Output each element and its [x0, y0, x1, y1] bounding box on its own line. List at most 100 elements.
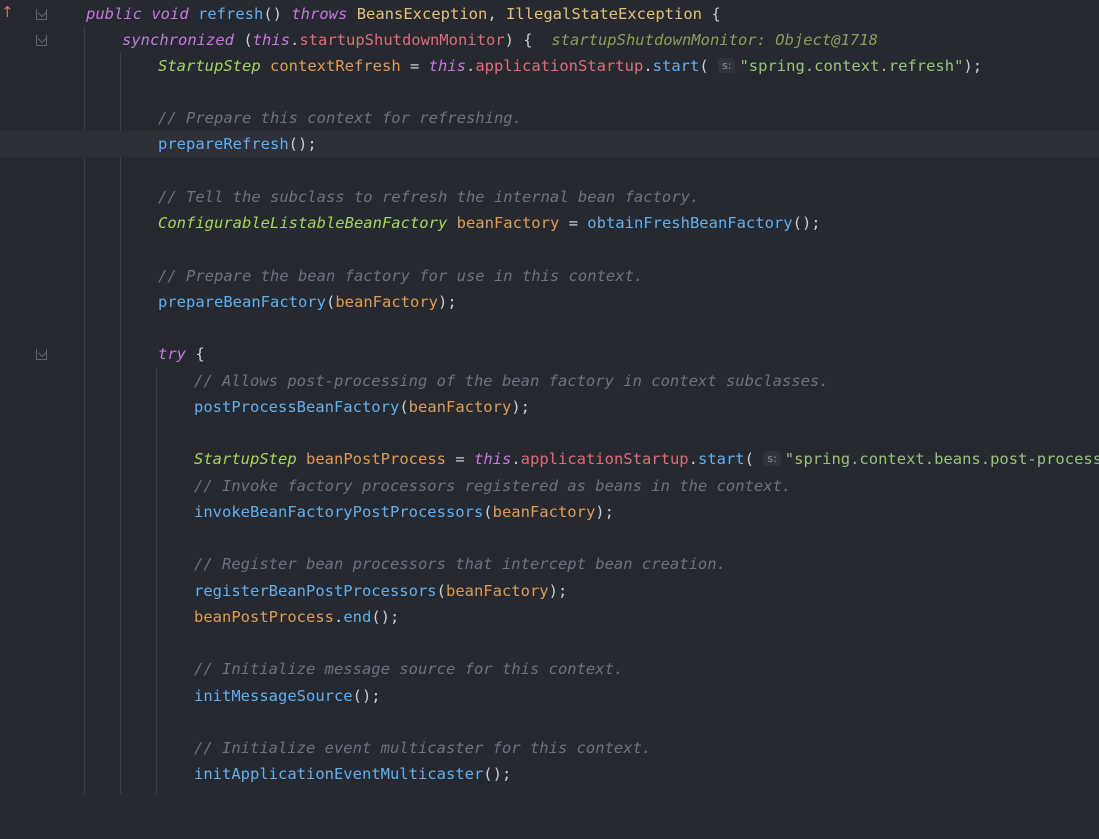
type-name: StartupStep [194, 450, 297, 468]
exception-class: BeansException [356, 5, 488, 23]
method-call: obtainFreshBeanFactory [587, 214, 793, 232]
type-name: ConfigurableListableBeanFactory [158, 214, 448, 232]
method-call: invokeBeanFactoryPostProcessors [194, 503, 484, 521]
comment: // Initialize event multicaster for this… [194, 739, 652, 757]
code-line: // Prepare the bean factory for use in t… [0, 263, 1099, 289]
punctuation: . [688, 450, 698, 468]
method-call: registerBeanPostProcessors [194, 582, 437, 600]
punctuation: { [701, 5, 721, 23]
code-line: postProcessBeanFactory(beanFactory); [0, 394, 1099, 420]
variable: beanPostProcess [194, 608, 334, 626]
method-call: initMessageSource [194, 687, 353, 705]
keyword: try [158, 345, 186, 363]
keyword: this [428, 57, 466, 75]
debug-inline-value: startupShutdownMonitor: Object@1718 [551, 31, 878, 49]
punctuation: ); [511, 398, 530, 416]
field: applicationStartup [520, 450, 689, 468]
code-line: // Allows post-processing of the bean fa… [0, 368, 1099, 394]
code-line: synchronized (this.startupShutdownMonito… [0, 27, 1099, 53]
code-line: // Register bean processors that interce… [0, 551, 1099, 577]
punctuation: (); [483, 765, 512, 783]
method-call: prepareRefresh [158, 135, 289, 153]
punctuation: ( [233, 31, 253, 49]
field: applicationStartup [475, 57, 644, 75]
parameter-hint: s: [718, 58, 736, 73]
variable: beanFactory [408, 398, 512, 416]
comment: // Prepare the bean factory for use in t… [158, 267, 644, 285]
variable: beanFactory [492, 503, 596, 521]
variable: beanFactory [335, 293, 438, 311]
punctuation: ( [744, 450, 754, 468]
punctuation: ( [325, 293, 336, 311]
type-name: StartupStep [158, 57, 261, 75]
comment: // Register bean processors that interce… [194, 555, 726, 573]
punctuation: (); [792, 214, 821, 232]
method-call: prepareBeanFactory [158, 293, 326, 311]
variable: beanFactory [445, 582, 549, 600]
code-line: // Initialize message source for this co… [0, 656, 1099, 682]
code-line: beanPostProcess.end(); [0, 604, 1099, 630]
keyword: void [151, 5, 189, 23]
code-line: // Initialize event multicaster for this… [0, 735, 1099, 761]
variable: beanPostProcess [306, 450, 446, 468]
punctuation: = [400, 57, 429, 75]
code-line: registerBeanPostProcessors(beanFactory); [0, 578, 1099, 604]
code-line: prepareBeanFactory(beanFactory); [0, 289, 1099, 315]
punctuation: ( [399, 398, 409, 416]
code-line: try { [0, 341, 1099, 367]
variable: contextRefresh [270, 57, 401, 75]
code-editor[interactable]: ↑ public void refresh() throws BeansExce… [0, 0, 1099, 794]
method-name: refresh [198, 5, 264, 23]
string-literal: "spring.context.beans.post-process" [784, 450, 1099, 468]
code-line: public void refresh() throws BeansExcept… [0, 1, 1099, 27]
punctuation: () [263, 5, 292, 23]
field: startupShutdownMonitor [299, 31, 505, 49]
code-line: ConfigurableListableBeanFactory beanFact… [0, 210, 1099, 236]
punctuation: ); [548, 582, 568, 600]
string-literal: "spring.context.refresh" [739, 57, 964, 75]
punctuation: ( [483, 503, 493, 521]
method-name: start [697, 450, 745, 468]
current-code-line: prepareRefresh(); [0, 131, 1099, 157]
comment: // Allows post-processing of the bean fa… [194, 372, 829, 390]
keyword: this [473, 450, 512, 468]
keyword: throws [291, 5, 348, 23]
punctuation: (); [371, 608, 400, 626]
punctuation: , [487, 5, 507, 23]
variable: beanFactory [456, 214, 560, 232]
code-line: // Invoke factory processors registered … [0, 473, 1099, 499]
punctuation: ) { [504, 31, 533, 49]
parameter-hint: s: [763, 451, 781, 466]
punctuation: . [465, 57, 476, 75]
punctuation: = [559, 214, 588, 232]
punctuation: ); [595, 503, 614, 521]
comment: // Tell the subclass to refresh the inte… [158, 188, 700, 206]
exception-class: IllegalStateException [506, 5, 702, 23]
punctuation: ); [437, 293, 457, 311]
code-line: initApplicationEventMulticaster(); [0, 761, 1099, 787]
punctuation: ( [699, 57, 709, 75]
punctuation: . [511, 450, 521, 468]
punctuation: ( [436, 582, 446, 600]
punctuation: . [643, 57, 653, 75]
punctuation: . [289, 31, 300, 49]
code-line: StartupStep beanPostProcess = this.appli… [0, 446, 1099, 472]
method-call: end [343, 608, 372, 626]
comment: // Invoke factory processors registered … [194, 477, 792, 495]
punctuation: (); [288, 135, 317, 153]
code-line: invokeBeanFactoryPostProcessors(beanFact… [0, 499, 1099, 525]
method-name: start [652, 57, 700, 75]
code-line: StartupStep contextRefresh = this.applic… [0, 53, 1099, 79]
keyword: this [252, 31, 290, 49]
method-call: postProcessBeanFactory [194, 398, 400, 416]
code-line: initMessageSource(); [0, 683, 1099, 709]
punctuation: = [445, 450, 474, 468]
punctuation: ); [963, 57, 983, 75]
comment: // Initialize message source for this co… [194, 660, 624, 678]
code-line: // Tell the subclass to refresh the inte… [0, 184, 1099, 210]
punctuation: . [333, 608, 344, 626]
method-call: initApplicationEventMulticaster [194, 765, 484, 783]
punctuation: { [186, 345, 205, 363]
keyword: public [86, 5, 142, 23]
code-line: // Prepare this context for refreshing. [0, 105, 1099, 131]
